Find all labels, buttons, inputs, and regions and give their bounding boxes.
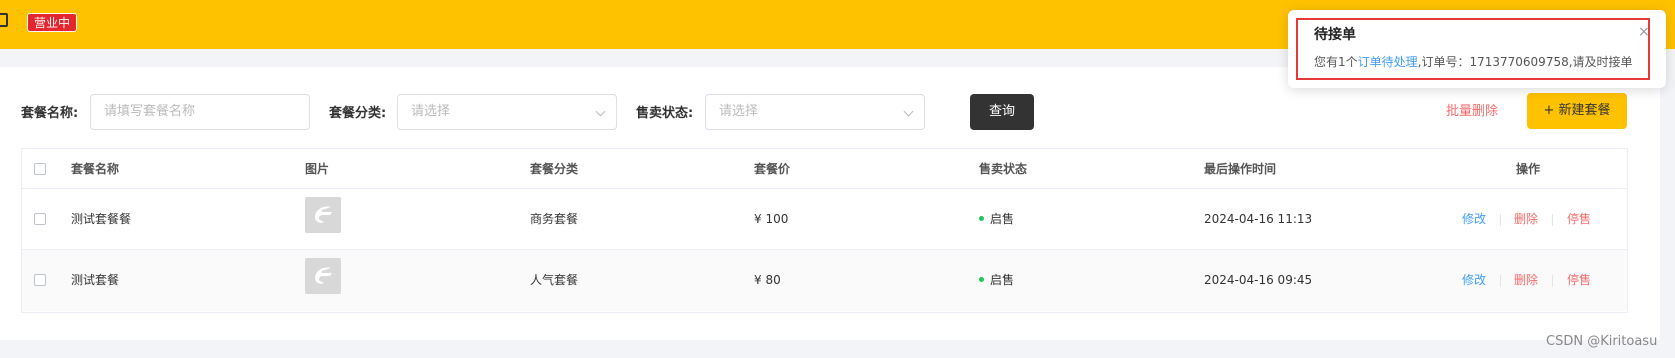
column-header-actions: 操作: [1516, 162, 1541, 176]
menu-toggle-icon[interactable]: [0, 13, 8, 27]
notification-title: 待接单: [1314, 27, 1356, 43]
stop-sale-button[interactable]: 停售: [1567, 209, 1591, 229]
action-divider: [1500, 275, 1501, 287]
updated-time: 2024-04-16 11:13: [1204, 212, 1313, 226]
sale-status-filter-label: 售卖状态:: [636, 106, 694, 121]
column-header-name: 套餐名称: [71, 162, 120, 176]
row-checkbox[interactable]: [34, 213, 46, 225]
action-divider: [1552, 275, 1553, 287]
sale-status: 启售: [979, 270, 1014, 290]
sale-status-select[interactable]: 请选择: [705, 94, 925, 130]
status-badge: 营业中: [27, 13, 78, 32]
combo-name: 测试套餐餐: [71, 212, 132, 226]
delete-button[interactable]: 删除: [1514, 209, 1538, 229]
combo-price: ¥ 80: [754, 273, 781, 287]
notification-msg-prefix: 您有1个: [1314, 55, 1358, 69]
action-divider: [1500, 214, 1501, 226]
combo-table: 套餐名称 图片 套餐分类 套餐价 售卖状态 最后操作时间 操作 测试套餐餐 商务…: [21, 148, 1628, 313]
select-all-checkbox[interactable]: [34, 163, 46, 175]
column-header-updated: 最后操作时间: [1204, 162, 1277, 176]
column-header-price: 套餐价: [754, 162, 791, 176]
pending-order-link[interactable]: 订单待处理: [1358, 55, 1418, 69]
delete-button[interactable]: 删除: [1514, 270, 1538, 290]
sale-status: 启售: [979, 209, 1014, 229]
close-icon[interactable]: ×: [1638, 24, 1650, 40]
combo-name: 测试套餐: [71, 273, 120, 287]
combo-category: 人气套餐: [530, 273, 579, 287]
watermark: CSDN @Kiritoasu: [1546, 334, 1658, 349]
action-divider: [1552, 214, 1553, 226]
category-select[interactable]: 请选择: [397, 94, 617, 130]
sale-status-text: 启售: [990, 273, 1015, 287]
sale-status-select-placeholder: 请选择: [719, 104, 759, 119]
main-card: 套餐名称: 请填写套餐名称 套餐分类: 请选择 售卖状态: 请选择 查询 批量删…: [0, 67, 1660, 340]
notification-msg-suffix: ,订单号：1713770609758,请及时接单: [1417, 55, 1633, 69]
new-combo-button[interactable]: + 新建套餐: [1527, 93, 1627, 129]
chevron-down-icon: [595, 106, 606, 117]
combo-image: [305, 197, 341, 233]
combo-category: 商务套餐: [530, 212, 579, 226]
batch-delete-button[interactable]: 批量删除: [1446, 94, 1498, 130]
column-header-image: 图片: [305, 162, 330, 176]
sale-status-text: 启售: [990, 212, 1015, 226]
category-select-placeholder: 请选择: [411, 104, 451, 119]
combo-image: [305, 258, 341, 294]
image-placeholder-icon: [315, 267, 332, 284]
status-dot-icon: [979, 216, 984, 221]
image-placeholder-icon: [315, 206, 332, 223]
row-checkbox[interactable]: [34, 274, 46, 286]
table-row: 测试套餐 人气套餐 ¥ 80 启售 2024-04-16 09:45 修改 删除…: [22, 250, 1627, 311]
table-header: 套餐名称 图片 套餐分类 套餐价 售卖状态 最后操作时间 操作: [22, 149, 1627, 189]
edit-button[interactable]: 修改: [1462, 270, 1486, 290]
column-header-sale-status: 售卖状态: [979, 162, 1028, 176]
combo-price: ¥ 100: [754, 212, 789, 226]
category-filter-label: 套餐分类:: [329, 106, 387, 121]
edit-button[interactable]: 修改: [1462, 209, 1486, 229]
status-dot-icon: [979, 277, 984, 282]
stop-sale-button[interactable]: 停售: [1567, 270, 1591, 290]
table-row: 测试套餐餐 商务套餐 ¥ 100 启售 2024-04-16 11:13 修改 …: [22, 189, 1627, 250]
name-search-input[interactable]: 请填写套餐名称: [90, 94, 310, 130]
query-button[interactable]: 查询: [970, 94, 1034, 130]
notification-message: 您有1个订单待处理,订单号：1713770609758,请及时接单: [1314, 53, 1633, 70]
updated-time: 2024-04-16 09:45: [1204, 273, 1313, 287]
chevron-down-icon: [903, 106, 914, 117]
name-filter-label: 套餐名称:: [21, 106, 79, 121]
column-header-category: 套餐分类: [530, 162, 579, 176]
